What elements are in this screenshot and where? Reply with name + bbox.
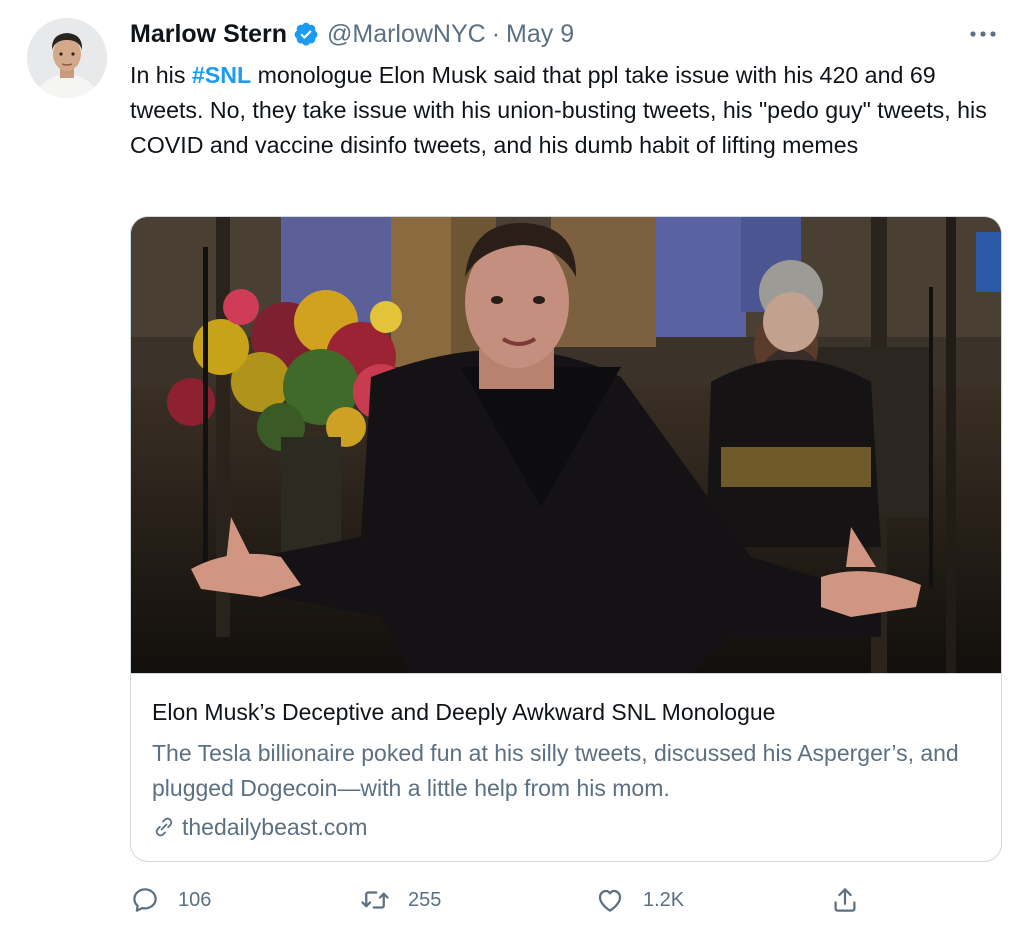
verified-badge-icon — [294, 22, 318, 46]
header-separator: · — [491, 19, 501, 48]
retweet-icon — [361, 891, 389, 909]
tweet-header: Marlow Stern @MarlowNYC · May 9 — [130, 18, 574, 50]
link-icon — [155, 817, 173, 837]
like-count: 1.2K — [643, 888, 685, 911]
like-button[interactable]: 1.2K — [595, 882, 684, 918]
card-image — [131, 217, 1001, 673]
retweet-count: 255 — [408, 888, 442, 911]
avatar[interactable] — [27, 18, 107, 98]
card-title[interactable]: Elon Musk’s Deceptive and Deeply Awkward… — [152, 699, 775, 726]
tweet-date[interactable]: May 9 — [506, 20, 574, 49]
tweet-text-rest: monologue Elon Musk said that ppl take i… — [130, 62, 987, 158]
reply-icon — [133, 888, 157, 912]
tweet-text: In his #SNL monologue Elon Musk said tha… — [130, 58, 998, 163]
retweet-button[interactable]: 255 — [360, 882, 441, 918]
hashtag-link[interactable]: #SNL — [192, 62, 251, 88]
action-bar: 106 255 1.2K — [130, 882, 870, 918]
share-button[interactable] — [830, 882, 878, 918]
tweet-text-start: In his — [130, 62, 192, 88]
author-name[interactable]: Marlow Stern — [130, 20, 287, 49]
heart-icon — [598, 889, 622, 912]
card-domain[interactable]: thedailybeast.com — [152, 812, 367, 842]
reply-count: 106 — [178, 888, 212, 911]
card-domain-text: thedailybeast.com — [182, 813, 368, 840]
card-info: Elon Musk’s Deceptive and Deeply Awkward… — [131, 673, 1001, 861]
avatar-image — [27, 18, 107, 98]
more-options-icon[interactable] — [968, 24, 998, 44]
card-description: The Tesla billionaire poked fun at his s… — [152, 740, 959, 801]
share-icon — [834, 888, 856, 912]
reply-button[interactable]: 106 — [130, 882, 211, 918]
link-card[interactable]: Elon Musk’s Deceptive and Deeply Awkward… — [130, 216, 1002, 862]
author-handle[interactable]: @MarlowNYC — [327, 20, 486, 49]
